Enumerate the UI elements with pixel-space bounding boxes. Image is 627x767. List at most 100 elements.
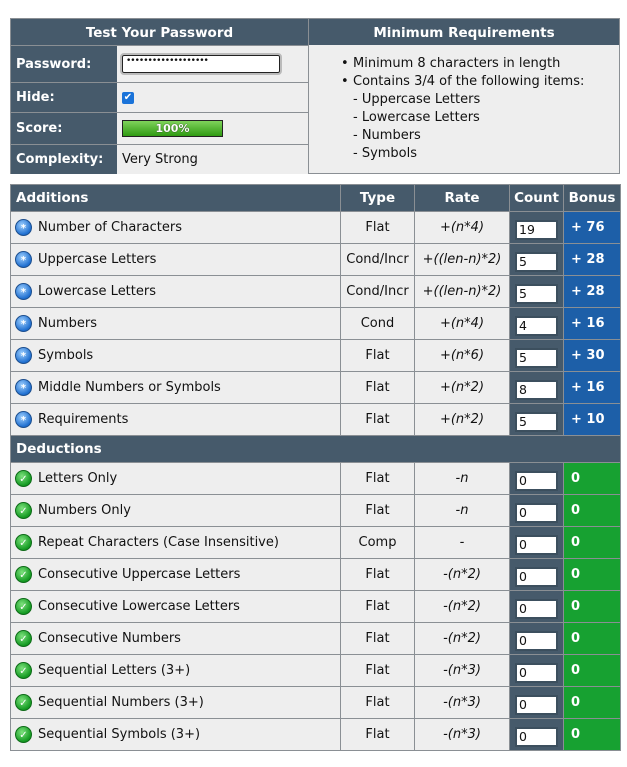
row-type: Flat <box>340 718 415 751</box>
deduction-row: ✓ Consecutive Numbers Flat -(n*2) 0 0 <box>10 622 621 655</box>
row-count-cell: 5 <box>509 243 564 276</box>
requirements-title: Minimum Requirements <box>309 19 619 45</box>
row-bonus: + 28 <box>563 243 621 276</box>
deductions-header: Deductions <box>10 435 621 463</box>
hide-row: Hide: ✔ <box>11 82 308 112</box>
row-bonus: + 76 <box>563 211 621 244</box>
row-bonus: 0 <box>563 590 621 623</box>
count-field[interactable]: 0 <box>515 662 558 683</box>
count-field[interactable]: 0 <box>515 502 558 523</box>
test-password-section: Test Your Password Password: •••••••••••… <box>11 19 308 174</box>
row-bonus: 0 <box>563 686 621 719</box>
deduction-row: ✓ Sequential Letters (3+) Flat -(n*3) 0 0 <box>10 654 621 687</box>
row-count-cell: 0 <box>509 558 564 591</box>
count-field[interactable]: 19 <box>515 219 558 240</box>
password-row: Password: ••••••••••••••••••• <box>11 45 308 82</box>
row-name: Letters Only <box>38 471 118 486</box>
addition-row: * Requirements Flat +(n*2) 5 + 10 <box>10 403 621 436</box>
password-label: Password: <box>11 46 117 82</box>
check-circle-icon: ✓ <box>15 726 32 743</box>
row-bonus: 0 <box>563 558 621 591</box>
row-type: Flat <box>340 622 415 655</box>
row-rate: -(n*3) <box>414 654 510 687</box>
score-breakdown-table: Additions Type Rate Count Bonus * Number … <box>10 184 621 751</box>
count-field[interactable]: 0 <box>515 470 558 491</box>
row-type: Flat <box>340 494 415 527</box>
count-field[interactable]: 5 <box>515 411 558 432</box>
row-name: Consecutive Lowercase Letters <box>38 599 240 614</box>
row-count-cell: 0 <box>509 718 564 751</box>
addition-row: * Symbols Flat +(n*6) 5 + 30 <box>10 339 621 372</box>
info-icon: * <box>15 251 32 268</box>
deduction-row: ✓ Consecutive Uppercase Letters Flat -(n*2)… <box>10 558 621 591</box>
row-count-cell: 0 <box>509 494 564 527</box>
row-count-cell: 0 <box>509 654 564 687</box>
row-name: Symbols <box>38 348 94 363</box>
row-name: Consecutive Numbers <box>38 631 181 646</box>
row-name-cell: ✓ Consecutive Uppercase Letters <box>10 558 341 591</box>
row-name-cell: * Symbols <box>10 339 341 372</box>
row-type: Flat <box>340 371 415 404</box>
row-type: Flat <box>340 686 415 719</box>
row-name: Numbers <box>38 316 97 331</box>
requirements-list: Minimum 8 characters in lengthContains 3… <box>309 55 619 163</box>
count-field[interactable]: 0 <box>515 566 558 587</box>
hide-checkbox[interactable]: ✔ <box>122 91 134 104</box>
row-bonus: 0 <box>563 654 621 687</box>
complexity-value: Very Strong <box>117 145 308 174</box>
row-bonus: + 16 <box>563 307 621 340</box>
count-field[interactable]: 0 <box>515 630 558 651</box>
row-bonus: 0 <box>563 718 621 751</box>
password-input[interactable]: ••••••••••••••••••• <box>120 53 282 75</box>
requirement-item: - Numbers <box>353 128 421 143</box>
check-circle-icon: ✓ <box>15 662 32 679</box>
row-count-cell: 5 <box>509 275 564 308</box>
addition-row: * Numbers Cond +(n*4) 4 + 16 <box>10 307 621 340</box>
count-field[interactable]: 5 <box>515 347 558 368</box>
check-circle-icon: ✓ <box>15 566 32 583</box>
row-rate: +(n*2) <box>414 403 510 436</box>
info-icon: * <box>15 347 32 364</box>
row-name: Sequential Letters (3+) <box>38 663 191 678</box>
row-name-cell: ✓ Sequential Symbols (3+) <box>10 718 341 751</box>
bonus-header: Bonus <box>563 184 621 212</box>
count-field[interactable]: 4 <box>515 315 558 336</box>
score-label: Score: <box>11 113 117 144</box>
row-rate: -(n*2) <box>414 622 510 655</box>
row-name: Repeat Characters (Case Insensitive) <box>38 535 279 550</box>
row-name: Sequential Symbols (3+) <box>38 727 201 742</box>
check-circle-icon: ✓ <box>15 598 32 615</box>
row-name: Middle Numbers or Symbols <box>38 380 221 395</box>
check-circle-icon: ✓ <box>15 694 32 711</box>
info-icon: * <box>15 219 32 236</box>
row-bonus: + 16 <box>563 371 621 404</box>
row-name: Sequential Numbers (3+) <box>38 695 204 710</box>
check-circle-icon: ✓ <box>15 470 32 487</box>
count-field[interactable]: 0 <box>515 534 558 555</box>
row-rate: -n <box>414 494 510 527</box>
count-field[interactable]: 5 <box>515 283 558 304</box>
addition-row: * Uppercase Letters Cond/Incr +((len-n)*2) 5… <box>10 243 621 276</box>
row-bonus: + 30 <box>563 339 621 372</box>
deduction-row: ✓ Numbers Only Flat -n 0 0 <box>10 494 621 527</box>
row-rate: -(n*3) <box>414 718 510 751</box>
row-type: Flat <box>340 558 415 591</box>
check-circle-icon: ✓ <box>15 630 32 647</box>
row-name-cell: ✓ Repeat Characters (Case Insensitive) <box>10 526 341 559</box>
row-rate: -(n*3) <box>414 686 510 719</box>
row-count-cell: 0 <box>509 622 564 655</box>
row-type: Cond <box>340 307 415 340</box>
row-count-cell: 0 <box>509 686 564 719</box>
count-field[interactable]: 0 <box>515 726 558 747</box>
row-name-cell: * Requirements <box>10 403 341 436</box>
count-field[interactable]: 5 <box>515 251 558 272</box>
count-field[interactable]: 8 <box>515 379 558 400</box>
count-field[interactable]: 0 <box>515 694 558 715</box>
info-icon: * <box>15 283 32 300</box>
addition-row: * Lowercase Letters Cond/Incr +((len-n)*2) 5… <box>10 275 621 308</box>
row-bonus: 0 <box>563 622 621 655</box>
row-bonus: 0 <box>563 526 621 559</box>
count-field[interactable]: 0 <box>515 598 558 619</box>
row-name-cell: ✓ Numbers Only <box>10 494 341 527</box>
row-name: Lowercase Letters <box>38 284 156 299</box>
